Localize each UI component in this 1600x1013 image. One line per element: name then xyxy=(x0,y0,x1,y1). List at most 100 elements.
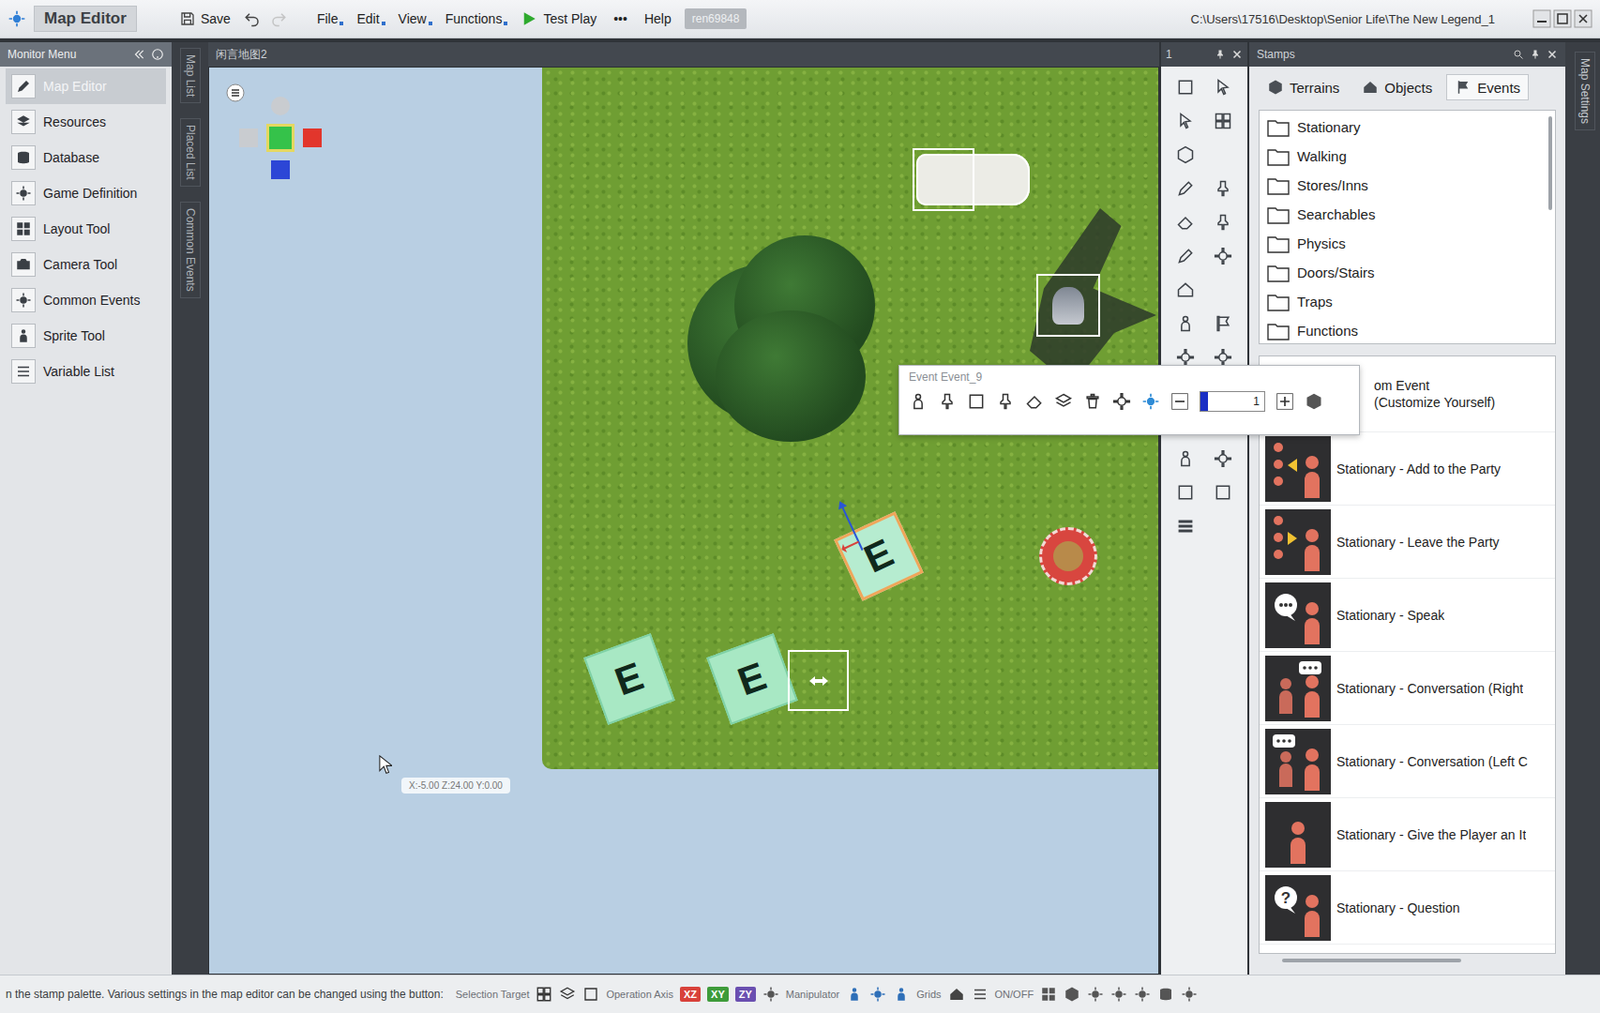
tool-button[interactable] xyxy=(1166,137,1205,172)
more-button[interactable]: ••• xyxy=(609,7,632,31)
axis-button[interactable]: XY xyxy=(707,986,729,1002)
folder-item[interactable]: Doors/Stairs xyxy=(1259,257,1546,287)
stamps-tab[interactable]: Terrains xyxy=(1258,74,1348,101)
tool-button[interactable] xyxy=(1204,306,1242,341)
scrollbar[interactable] xyxy=(1545,110,1555,344)
search-icon[interactable] xyxy=(1512,48,1525,61)
tool-button[interactable] xyxy=(1166,509,1205,544)
stamp-item[interactable]: Stationary - Leave the Party xyxy=(1259,505,1555,579)
stamp-item[interactable]: Stationary - Add to the Party xyxy=(1259,432,1555,506)
tool-button[interactable] xyxy=(1166,104,1205,138)
axis-button[interactable]: XZ xyxy=(679,986,701,1002)
scroll-thumb[interactable] xyxy=(1548,116,1553,211)
close-icon[interactable] xyxy=(1546,48,1558,61)
folder-item[interactable]: Physics xyxy=(1259,228,1546,258)
axis-button[interactable]: ZY xyxy=(735,986,756,1002)
close-icon[interactable] xyxy=(1573,9,1593,29)
selection-mode-icon[interactable] xyxy=(535,985,553,1003)
stamp-item[interactable]: ?Stationary - Question xyxy=(1259,871,1555,945)
pin-icon[interactable] xyxy=(1529,48,1541,61)
map-canvas[interactable]: EEEX:-5.00 Z:24.00 Y:0.00 xyxy=(208,66,1160,975)
transfer-object[interactable] xyxy=(787,649,849,711)
character-object[interactable] xyxy=(1036,273,1101,337)
tool-button[interactable] xyxy=(1166,441,1205,476)
sidebar-item[interactable]: Sprite Tool xyxy=(5,317,167,354)
folder-item[interactable]: Functions xyxy=(1259,316,1546,346)
tool-button[interactable] xyxy=(1166,306,1205,341)
tool-button[interactable] xyxy=(1204,272,1242,307)
tool-button[interactable] xyxy=(1204,239,1242,273)
minus-icon[interactable] xyxy=(1170,392,1190,411)
display-toggle-icon[interactable] xyxy=(1086,985,1104,1003)
cube-icon[interactable] xyxy=(1304,392,1324,411)
event-tool-icon[interactable] xyxy=(937,392,957,411)
stamp-item[interactable]: Stationary - Speak xyxy=(1259,578,1555,652)
tool-button[interactable] xyxy=(1204,70,1242,105)
event-tool-icon[interactable] xyxy=(1025,392,1044,411)
minimize-icon[interactable] xyxy=(1532,9,1552,29)
stamp-item[interactable]: Stationary - Conversation (Left C xyxy=(1259,724,1555,799)
folder-item[interactable]: Searchables xyxy=(1259,199,1546,229)
sidebar-item[interactable]: Resources xyxy=(5,104,167,140)
vehicle-object[interactable] xyxy=(912,148,1032,212)
tool-button[interactable] xyxy=(1204,475,1242,510)
view-gizmo[interactable] xyxy=(237,94,324,182)
selection-mode-icon[interactable] xyxy=(558,985,576,1003)
selection-mode-icon[interactable] xyxy=(582,985,600,1003)
stamps-tab[interactable]: Objects xyxy=(1353,74,1441,101)
menu-item[interactable]: Edit xyxy=(356,11,385,27)
event-tool-icon[interactable] xyxy=(996,392,1015,411)
display-toggle-icon[interactable] xyxy=(1180,985,1198,1003)
gizmo-z-axis[interactable] xyxy=(271,160,290,180)
tool-button[interactable] xyxy=(1166,272,1205,307)
display-toggle-icon[interactable] xyxy=(1110,985,1128,1003)
folder-item[interactable]: Walking xyxy=(1259,141,1546,171)
display-toggle-icon[interactable] xyxy=(1040,985,1057,1003)
display-toggle-icon[interactable] xyxy=(1133,985,1151,1003)
display-toggle-icon[interactable] xyxy=(1157,985,1175,1003)
map-settings-tab[interactable]: Map Settings xyxy=(1574,51,1596,131)
collapse-icon[interactable] xyxy=(132,47,146,61)
redo-icon[interactable] xyxy=(270,10,287,28)
grid-mode-icon[interactable] xyxy=(948,985,966,1003)
sidebar-item[interactable]: Database xyxy=(5,139,167,176)
tool-button[interactable] xyxy=(1204,171,1242,206)
folder-item[interactable]: Stationary xyxy=(1259,112,1546,142)
side-tab[interactable]: Placed List xyxy=(180,118,201,187)
menu-item[interactable]: File xyxy=(316,11,345,27)
scroll-thumb[interactable] xyxy=(1282,958,1461,963)
manipulator-mode-icon[interactable] xyxy=(892,985,910,1003)
manipulator-icon[interactable] xyxy=(762,985,780,1003)
menu-item[interactable]: Functions xyxy=(445,11,509,27)
event-tool-icon[interactable] xyxy=(908,392,928,411)
event-tool-icon[interactable] xyxy=(1112,392,1132,411)
save-button[interactable]: Save xyxy=(176,7,235,31)
plus-icon[interactable] xyxy=(1275,392,1295,411)
stamps-tab[interactable]: Events xyxy=(1446,74,1529,101)
folder-item[interactable]: Traps xyxy=(1259,286,1546,317)
npc-object[interactable] xyxy=(1039,527,1098,586)
gizmo-neg-z[interactable] xyxy=(271,96,290,116)
tool-button[interactable] xyxy=(1204,441,1242,476)
sidebar-item[interactable]: Game Definition xyxy=(5,175,167,212)
rotate-icon[interactable] xyxy=(1141,392,1161,411)
event-tool-icon[interactable] xyxy=(1054,392,1073,411)
folder-item[interactable]: Stores/Inns xyxy=(1259,170,1546,200)
tool-button[interactable] xyxy=(1204,137,1242,172)
close-icon[interactable] xyxy=(1231,48,1243,61)
manipulator-mode-icon[interactable] xyxy=(869,985,887,1003)
pin-icon[interactable] xyxy=(1214,48,1226,61)
manipulator-mode-icon[interactable] xyxy=(845,985,863,1003)
menu-item[interactable]: View xyxy=(398,11,433,27)
gizmo-center[interactable] xyxy=(269,126,292,150)
layer-field[interactable]: 1 xyxy=(1199,391,1266,412)
event-tool-icon[interactable] xyxy=(966,392,986,411)
stamp-item[interactable]: Stationary - Conversation (Right xyxy=(1259,651,1555,725)
tool-button[interactable] xyxy=(1166,239,1205,273)
tool-button[interactable] xyxy=(1166,475,1205,510)
tool-button[interactable] xyxy=(1204,509,1242,544)
sidebar-item[interactable]: Variable List xyxy=(5,353,167,390)
tree-object[interactable] xyxy=(668,235,885,452)
tool-button[interactable] xyxy=(1166,205,1205,240)
display-toggle-icon[interactable] xyxy=(1063,985,1081,1003)
